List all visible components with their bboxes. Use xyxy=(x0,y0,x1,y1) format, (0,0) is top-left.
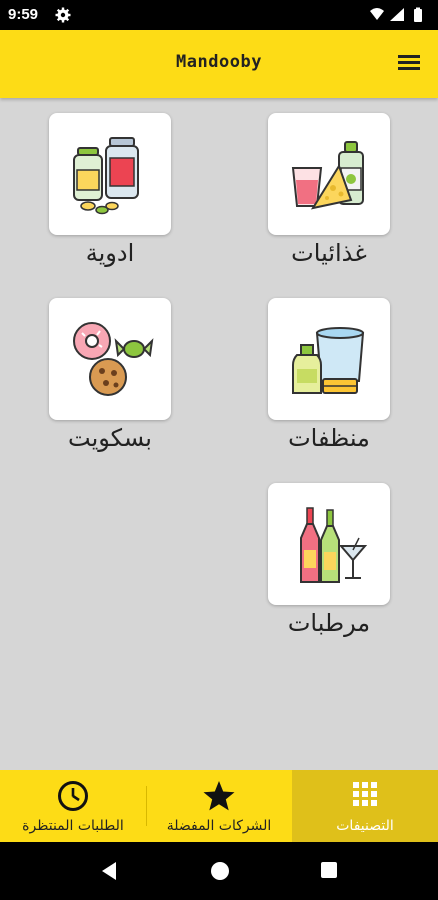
bottom-nav: التصنيفات الشركات المفضلة الطلبات المنتظ… xyxy=(0,770,438,842)
category-label: ادوية xyxy=(85,239,135,267)
status-icons xyxy=(370,7,422,22)
category-label: بسكويت xyxy=(68,424,152,452)
status-bar: 9:59 xyxy=(0,0,438,30)
nav-tab-label: الطلبات المنتظرة xyxy=(22,818,124,834)
home-icon[interactable] xyxy=(210,861,230,881)
category-card[interactable] xyxy=(49,298,171,420)
nav-tab-categories[interactable]: التصنيفات xyxy=(292,770,438,842)
wifi-icon xyxy=(370,8,384,20)
food-icon xyxy=(291,141,364,210)
nav-tab-favorite-companies[interactable]: الشركات المفضلة xyxy=(146,770,292,842)
category-card[interactable] xyxy=(49,113,171,235)
category-grid: غذائيات ادوية منظفات بسكويت مرطبات xyxy=(0,98,438,770)
system-nav-bar xyxy=(0,842,438,900)
recents-icon[interactable] xyxy=(320,861,338,879)
category-food[interactable]: غذائيات xyxy=(249,113,409,267)
category-label: منظفات xyxy=(288,424,370,452)
star-icon xyxy=(203,781,235,811)
nav-tab-pending-orders[interactable]: الطلبات المنتظرة xyxy=(0,770,146,842)
cleaners-icon xyxy=(292,327,365,394)
clock-icon xyxy=(58,781,88,811)
medicine-icon xyxy=(73,137,139,215)
signal-icon xyxy=(390,8,404,21)
status-time: 9:59 xyxy=(8,6,39,23)
back-icon[interactable] xyxy=(100,861,118,881)
category-medicine[interactable]: ادوية xyxy=(30,113,190,267)
app-title: Mandooby xyxy=(176,52,262,72)
menu-icon[interactable] xyxy=(396,52,422,76)
category-label: غذائيات xyxy=(291,239,367,267)
category-drinks[interactable]: مرطبات xyxy=(249,483,409,637)
category-card[interactable] xyxy=(268,298,390,420)
category-label: مرطبات xyxy=(287,609,371,637)
category-biscuits[interactable]: بسكويت xyxy=(30,298,190,452)
drinks-icon xyxy=(300,507,368,583)
app-bar: Mandooby xyxy=(0,30,438,98)
grid-icon xyxy=(353,782,377,806)
category-card[interactable] xyxy=(268,113,390,235)
nav-tab-label: التصنيفات xyxy=(336,818,394,834)
nav-tab-label: الشركات المفضلة xyxy=(166,818,272,834)
category-card[interactable] xyxy=(268,483,390,605)
battery-icon xyxy=(414,9,422,22)
category-cleaners[interactable]: منظفات xyxy=(249,298,409,452)
settings-gear-icon xyxy=(55,7,71,23)
biscuits-icon xyxy=(73,322,154,396)
